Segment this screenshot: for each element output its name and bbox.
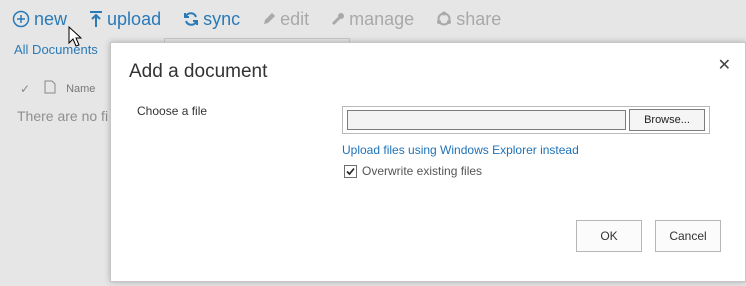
document-icon	[44, 80, 56, 97]
new-button-label: new	[34, 8, 68, 29]
windows-explorer-link[interactable]: Upload files using Windows Explorer inst…	[342, 143, 579, 157]
file-picker: Browse...	[342, 106, 710, 134]
cancel-button[interactable]: Cancel	[655, 220, 721, 252]
manage-button[interactable]: manage	[331, 9, 414, 30]
close-icon[interactable]: ✕	[718, 55, 731, 75]
upload-button[interactable]: upload	[89, 9, 161, 30]
mouse-cursor-icon	[68, 25, 83, 53]
overwrite-checkbox[interactable]	[344, 164, 357, 178]
ok-button[interactable]: OK	[576, 220, 642, 252]
upload-button-label: upload	[107, 8, 162, 29]
pencil-icon	[262, 12, 276, 26]
overwrite-option[interactable]: Overwrite existing files	[344, 164, 482, 178]
share-button-label: share	[456, 8, 502, 29]
share-button[interactable]: share	[436, 9, 501, 30]
list-header: ✓ Name	[20, 80, 95, 97]
share-icon	[436, 11, 452, 27]
plus-circle-icon	[12, 10, 30, 28]
dialog-title: Add a document	[129, 61, 268, 82]
checkmark-icon[interactable]: ✓	[20, 82, 30, 96]
browse-button[interactable]: Browse...	[629, 109, 705, 131]
sync-button-label: sync	[203, 8, 241, 29]
view-all-documents[interactable]: All Documents	[14, 42, 98, 57]
choose-file-label: Choose a file	[137, 104, 208, 118]
edit-button-label: edit	[280, 8, 310, 29]
name-column-header[interactable]: Name	[66, 83, 95, 95]
empty-list-message: There are no fi	[17, 108, 109, 124]
file-path-input[interactable]	[347, 110, 626, 130]
new-button[interactable]: new	[12, 9, 67, 30]
overwrite-label: Overwrite existing files	[362, 164, 483, 178]
ribbon-toolbar: new upload sync edit manage share	[12, 6, 523, 32]
add-document-dialog: Add a document ✕ Choose a file Browse...…	[110, 42, 746, 282]
upload-icon	[89, 10, 103, 28]
manage-button-label: manage	[349, 8, 415, 29]
sync-button[interactable]: sync	[183, 9, 240, 30]
wrench-icon	[331, 12, 345, 26]
edit-button[interactable]: edit	[262, 9, 309, 30]
sync-icon	[183, 11, 199, 27]
checkmark-icon	[346, 167, 355, 175]
